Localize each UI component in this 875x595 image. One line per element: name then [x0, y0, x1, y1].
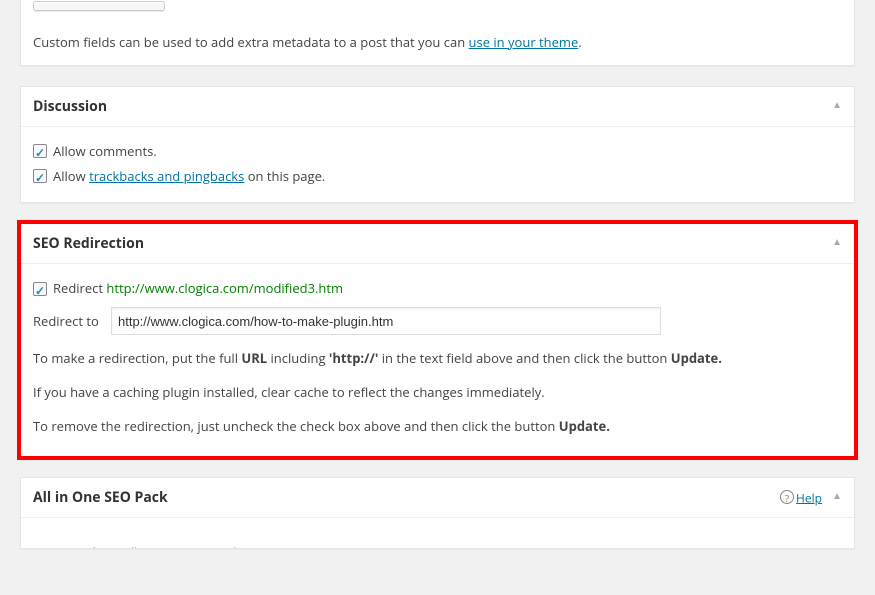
redirect-label: Redirect http://www.clogica.com/modified… — [53, 278, 343, 299]
aioseo-metabox: ▲ ?Help All in One SEO Pack Upgrade to A… — [20, 477, 855, 549]
add-custom-field-button[interactable]: Add Custom Field — [33, 1, 165, 11]
redirect-help-1: To make a redirection, put the full URL … — [33, 347, 842, 369]
aioseo-title[interactable]: All in One SEO Pack — [21, 478, 854, 518]
help-icon: ? — [780, 490, 794, 504]
allow-comments-label: Allow comments. — [53, 141, 157, 162]
custom-fields-metabox: Add Custom Field Custom fields can be us… — [20, 0, 855, 66]
custom-fields-description: Custom fields can be used to add extra m… — [33, 31, 842, 53]
collapse-toggle-icon[interactable]: ▲ — [832, 97, 842, 111]
seo-redirection-metabox: ▲ SEO Redirection Redirect http://www.cl… — [20, 223, 855, 456]
redirect-to-label: Redirect to — [33, 311, 103, 332]
allow-pingbacks-label: Allow trackbacks and pingbacks on this p… — [53, 166, 325, 187]
help-link[interactable]: Help — [796, 489, 822, 506]
trackbacks-pingbacks-link[interactable]: trackbacks and pingbacks — [89, 167, 244, 185]
discussion-metabox: ▲ Discussion Allow comments. Allow track… — [20, 86, 855, 204]
collapse-toggle-icon[interactable]: ▲ — [832, 234, 842, 248]
upgrade-pro-link[interactable]: Upgrade to All in One SEO Pack Pro Versi… — [51, 542, 313, 549]
discussion-title[interactable]: Discussion — [21, 87, 854, 127]
redirect-to-input[interactable] — [111, 307, 661, 335]
seo-redirection-title[interactable]: SEO Redirection — [21, 224, 854, 264]
use-in-theme-link[interactable]: use in your theme — [469, 33, 579, 51]
collapse-toggle-icon[interactable]: ▲ — [832, 488, 842, 502]
redirect-help-3: To remove the redirection, just uncheck … — [33, 415, 842, 437]
allow-pingbacks-checkbox[interactable] — [33, 169, 47, 183]
redirect-source-url: http://www.clogica.com/modified3.htm — [106, 279, 343, 297]
allow-comments-checkbox[interactable] — [33, 144, 47, 158]
redirect-help-2: If you have a caching plugin installed, … — [33, 381, 842, 403]
redirect-enable-checkbox[interactable] — [33, 282, 47, 296]
